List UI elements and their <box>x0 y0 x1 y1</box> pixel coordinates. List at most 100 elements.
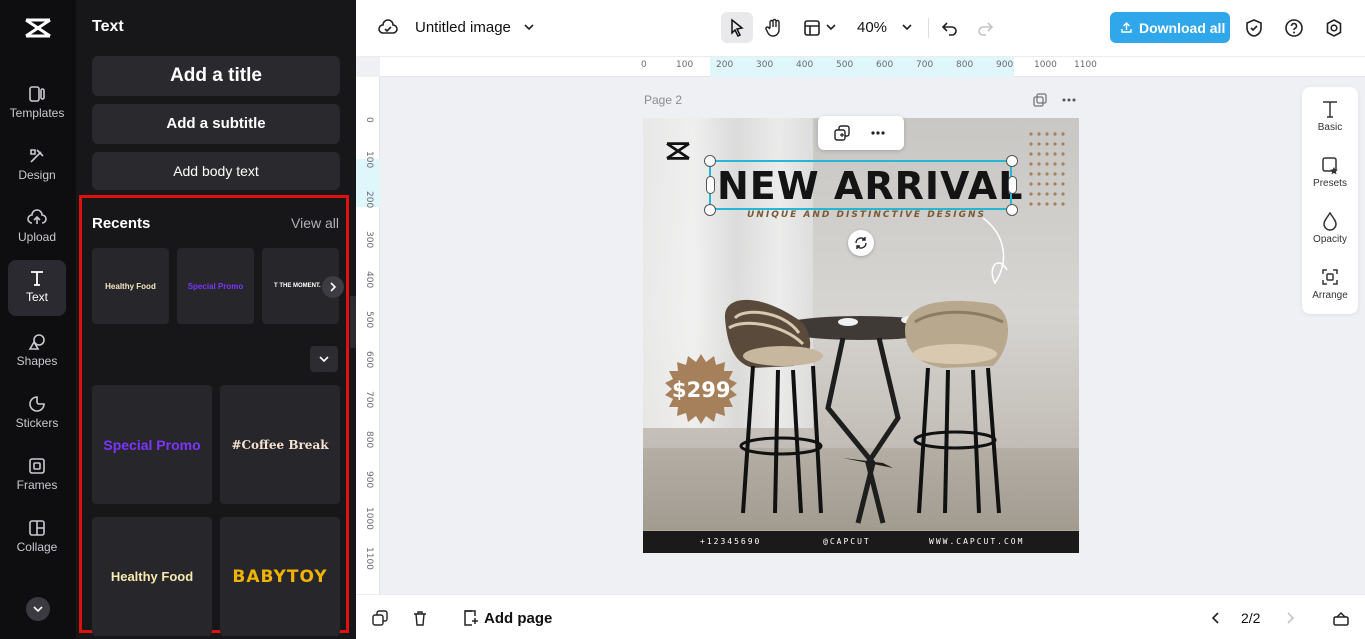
settings-icon[interactable] <box>1324 18 1344 38</box>
nav-label: Stickers <box>15 416 59 430</box>
undo-icon[interactable] <box>940 18 960 38</box>
ruler-tick: 100 <box>676 60 694 70</box>
nav-collage[interactable]: Collage <box>8 510 66 566</box>
expand-recents-button[interactable] <box>310 346 338 372</box>
side-handle[interactable] <box>706 176 715 194</box>
chevron-down-icon[interactable] <box>522 20 536 34</box>
layout-icon[interactable] <box>802 18 822 38</box>
canvas-logo-icon <box>666 142 690 160</box>
add-page-button[interactable]: Add page <box>484 610 552 627</box>
chevron-down-icon <box>33 606 43 613</box>
side-handle[interactable] <box>1008 176 1017 194</box>
design-icon <box>30 149 44 163</box>
ruler-tick: 1100 <box>1074 60 1097 70</box>
cloud-save-icon[interactable] <box>378 18 398 38</box>
redo-icon[interactable] <box>975 18 995 38</box>
text-style-label: BABYTOY <box>232 566 328 587</box>
add-title-button[interactable]: Add a title <box>92 56 340 96</box>
ruler-tick: 700 <box>364 391 374 409</box>
panel-title: Text <box>92 18 124 35</box>
ruler-tick: 800 <box>956 60 974 70</box>
add-page-icon[interactable] <box>462 609 480 627</box>
text-style-label: Healthy Food <box>110 569 194 584</box>
more-options-icon[interactable] <box>1061 93 1077 107</box>
ruler-tick: 400 <box>364 271 374 289</box>
copy-element-icon[interactable] <box>834 125 850 141</box>
opacity-icon <box>1323 211 1337 231</box>
upload-icon <box>27 209 47 224</box>
add-body-text-button[interactable]: Add body text <box>92 152 340 190</box>
resize-handle[interactable] <box>1006 204 1018 216</box>
ruler-tick: 800 <box>364 431 374 449</box>
dot-pattern <box>1029 132 1065 206</box>
text-style-item[interactable]: #Coffee Break <box>220 385 340 504</box>
text-style-label: #Coffee Break <box>231 437 329 452</box>
pages-panel-icon[interactable] <box>1332 609 1350 627</box>
footer-phone: +12345690 <box>700 537 762 546</box>
nav-shapes[interactable]: Shapes <box>8 324 66 380</box>
resize-handle[interactable] <box>704 155 716 167</box>
nav-upload[interactable]: Upload <box>8 200 66 256</box>
page-label: Page 2 <box>644 93 683 107</box>
help-icon[interactable] <box>1284 18 1304 38</box>
chevron-down-icon <box>319 356 329 363</box>
download-all-button[interactable]: Download all <box>1110 12 1230 43</box>
nav-text[interactable]: Text <box>8 260 66 316</box>
duplicate-page-icon[interactable] <box>1033 93 1047 107</box>
ruler-tick: 400 <box>796 60 814 70</box>
rotate-handle[interactable] <box>848 230 874 256</box>
chevron-down-icon[interactable] <box>825 21 837 33</box>
text-style-item[interactable]: BABYTOY <box>220 517 340 636</box>
ruler-tick: 0 <box>641 60 647 70</box>
chevron-left-icon[interactable] <box>1208 610 1224 626</box>
element-floating-toolbar <box>818 116 904 150</box>
text-style-item[interactable]: Healthy Food <box>92 517 212 636</box>
shield-icon[interactable] <box>1244 18 1264 38</box>
basic-text-icon <box>1323 101 1337 118</box>
nav-templates[interactable]: Templates <box>8 76 66 132</box>
cursor-icon <box>731 18 744 38</box>
capcut-logo-icon[interactable] <box>24 16 52 40</box>
prop-arrange[interactable]: Arrange <box>1302 267 1358 301</box>
prop-opacity[interactable]: Opacity <box>1302 211 1358 245</box>
ruler-tick: 600 <box>876 60 894 70</box>
ruler-tick: 900 <box>996 60 1014 70</box>
ruler-tick: 100 <box>364 151 374 169</box>
prop-basic[interactable]: Basic <box>1302 99 1358 133</box>
resize-handle[interactable] <box>704 204 716 216</box>
recent-text-item[interactable]: Healthy Food <box>92 248 169 324</box>
recents-next-button[interactable] <box>322 276 344 298</box>
hand-tool-icon[interactable] <box>763 17 785 39</box>
more-options-icon[interactable] <box>870 125 886 141</box>
text-icon <box>31 271 43 286</box>
select-tool-button[interactable] <box>721 12 753 43</box>
rail-scroll-down-button[interactable] <box>26 597 50 621</box>
ruler-tick: 900 <box>364 471 374 489</box>
subheadline-text[interactable]: UNIQUE AND DISTINCTIVE DESIGNS <box>747 210 986 220</box>
chevron-down-icon[interactable] <box>901 21 913 33</box>
document-title[interactable]: Untitled image <box>415 19 511 36</box>
delete-icon[interactable] <box>412 610 428 626</box>
nav-design[interactable]: Design <box>8 138 66 194</box>
page-counter: 2/2 <box>1241 610 1261 626</box>
add-subtitle-button[interactable]: Add a subtitle <box>92 104 340 144</box>
duplicate-page-icon[interactable] <box>372 610 388 626</box>
resize-handle[interactable] <box>1006 155 1018 167</box>
chevron-right-icon[interactable] <box>1282 610 1298 626</box>
nav-frames[interactable]: Frames <box>8 448 66 504</box>
nav-label: Design <box>18 168 56 182</box>
nav-rail: Templates Design Upload Text Shapes Stic… <box>0 0 76 639</box>
recent-text-item[interactable]: Special Promo <box>177 248 254 324</box>
prop-presets[interactable]: Presets <box>1302 155 1358 189</box>
stickers-icon <box>29 396 45 412</box>
ruler-tick: 600 <box>364 351 374 369</box>
ruler-tick: 300 <box>364 231 374 249</box>
design-canvas[interactable]: NEW ARRIVAL UNIQUE AND DISTINCTIVE DESIG… <box>643 118 1079 553</box>
properties-panel: Basic Presets Opacity Arrange <box>1302 87 1358 314</box>
view-all-link[interactable]: View all <box>291 215 339 231</box>
nav-stickers[interactable]: Stickers <box>8 386 66 442</box>
text-style-item[interactable]: Special Promo <box>92 385 212 504</box>
ruler-tick: 0 <box>364 117 374 123</box>
zoom-level[interactable]: 40% <box>857 19 887 36</box>
ruler-tick: 1100 <box>364 547 374 570</box>
